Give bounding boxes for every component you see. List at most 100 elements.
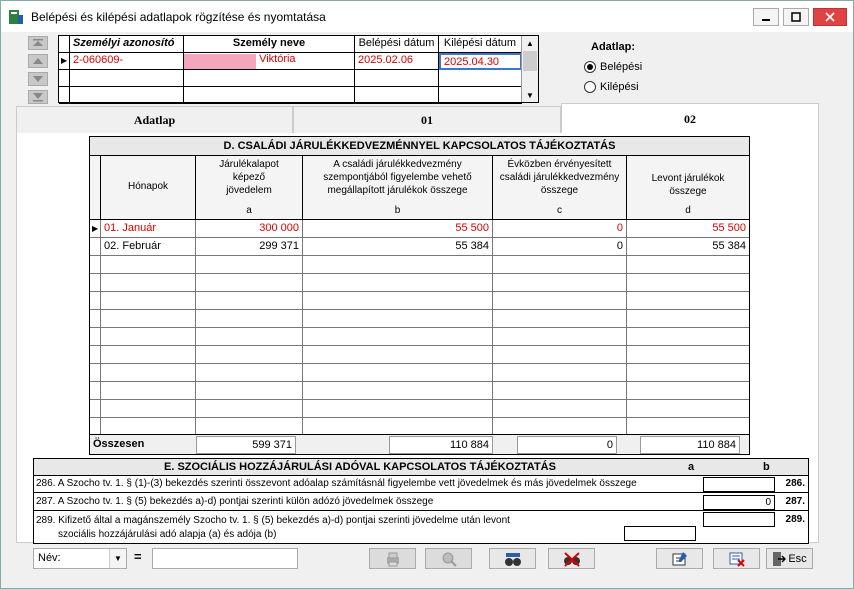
tab-adatlap[interactable]: Adatlap	[16, 106, 293, 134]
cell-month[interactable]	[101, 256, 196, 274]
cell-c[interactable]: 0	[493, 238, 627, 256]
cell-month[interactable]	[101, 310, 196, 328]
tab-01[interactable]: 01	[293, 106, 561, 134]
radio-belepesi[interactable]: Belépési	[584, 61, 642, 73]
col-header-exit[interactable]: Kilépési dátum	[439, 36, 522, 53]
cell-b[interactable]	[303, 292, 493, 310]
nav-next-button[interactable]	[28, 72, 48, 86]
cell-month[interactable]	[101, 328, 196, 346]
cell-c[interactable]	[493, 328, 627, 346]
cell-c[interactable]	[493, 256, 627, 274]
cell-d[interactable]	[627, 382, 749, 400]
print-button[interactable]	[369, 548, 416, 569]
cell-b[interactable]	[303, 346, 493, 364]
cell-b[interactable]	[303, 274, 493, 292]
cell-d[interactable]	[627, 346, 749, 364]
cell-b[interactable]	[303, 256, 493, 274]
table-row[interactable]: 02. Február 299 371 55 384 0 55 384	[90, 238, 749, 256]
nav-first-button[interactable]	[28, 36, 48, 50]
scroll-thumb[interactable]	[523, 51, 537, 71]
table-row[interactable]	[90, 346, 749, 364]
table-row[interactable]	[59, 70, 522, 87]
table-row[interactable]	[90, 256, 749, 274]
cell-b[interactable]: 55 384	[303, 238, 493, 256]
cell-b[interactable]	[303, 364, 493, 382]
scroll-up-icon[interactable]: ▲	[522, 36, 538, 50]
cell-a[interactable]	[196, 310, 303, 328]
cell-c[interactable]	[493, 400, 627, 418]
filter-value-input[interactable]	[152, 548, 298, 569]
table-row[interactable]	[90, 310, 749, 328]
clear-search-button[interactable]	[548, 548, 595, 569]
cell-a[interactable]	[196, 382, 303, 400]
cell-a[interactable]	[196, 256, 303, 274]
filter-field-select[interactable]: Név: ▼	[33, 548, 127, 569]
row-289-input-b[interactable]	[703, 512, 775, 527]
cell-a[interactable]	[196, 292, 303, 310]
delete-button[interactable]	[713, 548, 760, 569]
cell-c[interactable]	[493, 346, 627, 364]
cell-d[interactable]	[627, 364, 749, 382]
cell-b[interactable]: 55 500	[303, 220, 493, 238]
cell-month[interactable]: 01. Január	[101, 220, 196, 238]
cell-a[interactable]	[196, 274, 303, 292]
cell-month[interactable]: 02. Február	[101, 238, 196, 256]
cell-a[interactable]: 300 000	[196, 220, 303, 238]
row-289-input-a[interactable]	[624, 526, 696, 541]
cell-d[interactable]	[627, 310, 749, 328]
col-header-entry[interactable]: Belépési dátum	[355, 36, 439, 53]
cell-b[interactable]	[303, 382, 493, 400]
search-button[interactable]	[489, 548, 536, 569]
edit-button[interactable]	[656, 548, 703, 569]
scroll-down-icon[interactable]: ▼	[522, 88, 538, 102]
maximize-button[interactable]	[783, 8, 809, 26]
table-row[interactable]	[90, 328, 749, 346]
cell-a[interactable]	[196, 364, 303, 382]
table-row[interactable]	[90, 382, 749, 400]
cell-month[interactable]	[101, 364, 196, 382]
cell-d[interactable]: 55 500	[627, 220, 749, 238]
cell-d[interactable]	[627, 256, 749, 274]
cell-c[interactable]	[493, 292, 627, 310]
cell-month[interactable]	[101, 292, 196, 310]
person-id[interactable]: 2-060609-	[70, 53, 184, 70]
cell-c[interactable]	[493, 274, 627, 292]
table-row[interactable]	[90, 292, 749, 310]
table-row[interactable]	[90, 400, 749, 418]
cell-d[interactable]	[627, 274, 749, 292]
tab-02[interactable]: 02	[561, 103, 819, 134]
nav-prev-button[interactable]	[28, 54, 48, 68]
cell-b[interactable]	[303, 310, 493, 328]
entry-date[interactable]: 2025.02.06	[355, 53, 439, 70]
radio-kilepesi[interactable]: Kilépési	[584, 81, 639, 93]
exit-date[interactable]: 2025.04.30	[439, 53, 522, 70]
chevron-down-icon[interactable]: ▼	[109, 549, 126, 568]
cell-a[interactable]: 299 371	[196, 238, 303, 256]
cell-a[interactable]	[196, 328, 303, 346]
cell-b[interactable]	[303, 400, 493, 418]
table-row[interactable]	[90, 274, 749, 292]
cell-month[interactable]	[101, 346, 196, 364]
row-286-input[interactable]	[703, 477, 775, 492]
cell-c[interactable]	[493, 364, 627, 382]
col-header-name[interactable]: Személy neve	[184, 36, 355, 53]
table-row[interactable]	[59, 87, 522, 104]
cell-d[interactable]	[627, 292, 749, 310]
cell-d[interactable]: 55 384	[627, 238, 749, 256]
table-row[interactable]: ▶ 01. Január 300 000 55 500 0 55 500	[90, 220, 749, 238]
cell-d[interactable]	[627, 400, 749, 418]
cell-month[interactable]	[101, 274, 196, 292]
cell-month[interactable]	[101, 400, 196, 418]
cell-c[interactable]	[493, 382, 627, 400]
cell-d[interactable]	[627, 328, 749, 346]
cell-a[interactable]	[196, 400, 303, 418]
close-button[interactable]	[813, 8, 847, 26]
esc-button[interactable]: Esc	[766, 548, 813, 569]
cell-month[interactable]	[101, 382, 196, 400]
nav-last-button[interactable]	[28, 90, 48, 104]
person-grid-scrollbar[interactable]: ▲ ▼	[521, 36, 538, 102]
col-header-id[interactable]: Személyi azonosító	[70, 36, 184, 53]
minimize-button[interactable]	[753, 8, 779, 26]
cell-a[interactable]	[196, 346, 303, 364]
preview-button[interactable]	[425, 548, 472, 569]
